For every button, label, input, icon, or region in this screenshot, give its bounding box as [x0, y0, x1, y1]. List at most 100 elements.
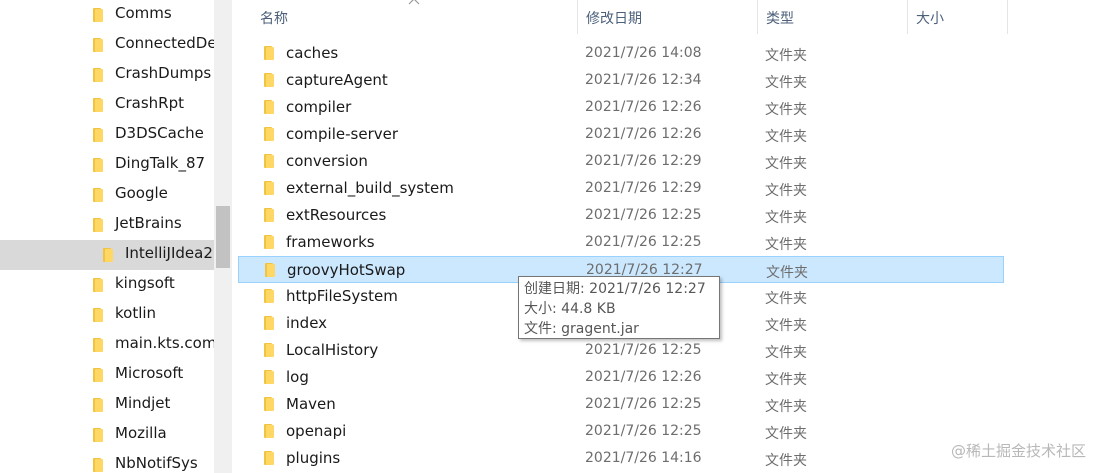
nav-item[interactable]: CrashRpt: [0, 90, 214, 120]
folder-icon: [262, 207, 276, 222]
file-modified: 2021/7/26 12:29: [585, 180, 702, 196]
file-modified: 2021/7/26 12:25: [585, 423, 702, 439]
tooltip-created: 创建日期: 2021/7/26 12:27: [524, 281, 706, 297]
nav-item[interactable]: Mindjet: [0, 390, 214, 420]
file-row[interactable]: captureAgent 2021/7/26 12:34 文件夹: [238, 67, 1004, 94]
file-type: 文件夹: [765, 291, 807, 307]
nav-item[interactable]: NbNotifSys: [0, 450, 214, 473]
file-modified: 2021/7/26 12:25: [585, 396, 702, 412]
folder-icon: [263, 262, 277, 277]
folder-icon: [101, 247, 115, 262]
file-row[interactable]: extResources 2021/7/26 12:25 文件夹: [238, 202, 1004, 229]
file-type: 文件夹: [765, 129, 807, 145]
folder-icon: [91, 457, 105, 472]
nav-item-label: CrashDumps: [115, 64, 212, 82]
nav-item[interactable]: ConnectedDe: [0, 30, 214, 60]
nav-item-label: kotlin: [115, 304, 157, 322]
scrollbar-thumb[interactable]: [216, 206, 230, 268]
file-row[interactable]: compile-server 2021/7/26 12:26 文件夹: [238, 121, 1004, 148]
nav-item[interactable]: kotlin: [0, 300, 214, 330]
file-name: captureAgent: [286, 71, 388, 89]
nav-item[interactable]: IntelliJIdea2: [0, 240, 214, 270]
file-modified: 2021/7/26 12:25: [585, 207, 702, 223]
file-name: Maven: [286, 395, 336, 413]
nav-item[interactable]: main.kts.com: [0, 330, 214, 360]
tooltip-size: 大小: 44.8 KB: [524, 301, 616, 317]
file-list-pane: 名称 修改日期 类型 大小 caches 2021/7/26 14:08 文件夹 ca…: [232, 0, 1104, 473]
nav-item-label: Microsoft: [115, 364, 184, 382]
file-name: external_build_system: [286, 179, 454, 197]
nav-item[interactable]: Microsoft: [0, 360, 214, 390]
column-header-name[interactable]: 名称: [252, 0, 578, 34]
file-type: 文件夹: [765, 48, 807, 64]
column-header-modified[interactable]: 修改日期: [578, 0, 758, 34]
folder-icon: [262, 423, 276, 438]
file-modified: 2021/7/26 12:34: [585, 72, 702, 88]
nav-item[interactable]: CrashDumps: [0, 60, 214, 90]
nav-item[interactable]: DingTalk_87: [0, 150, 214, 180]
file-name: caches: [286, 44, 339, 62]
folder-icon: [91, 337, 105, 352]
folder-icon: [262, 180, 276, 195]
nav-item-label: kingsoft: [115, 274, 175, 292]
file-modified: 2021/7/26 12:26: [585, 99, 702, 115]
file-name: compile-server: [286, 125, 399, 143]
folder-icon: [91, 307, 105, 322]
folder-icon: [262, 153, 276, 168]
file-name: LocalHistory: [286, 341, 379, 359]
file-name: compiler: [286, 98, 352, 116]
column-header-size[interactable]: 大小: [908, 0, 1008, 34]
folder-icon: [91, 7, 105, 22]
file-modified: 2021/7/26 12:26: [585, 369, 702, 385]
file-row[interactable]: compiler 2021/7/26 12:26 文件夹: [238, 94, 1004, 121]
file-row[interactable]: Maven 2021/7/26 12:25 文件夹: [238, 391, 1004, 418]
nav-item[interactable]: Mozilla: [0, 420, 214, 450]
file-type: 文件夹: [765, 345, 807, 361]
navigation-scrollbar[interactable]: [214, 0, 232, 473]
nav-item-label: ConnectedDe: [115, 34, 214, 52]
folder-icon: [91, 427, 105, 442]
file-row[interactable]: caches 2021/7/26 14:08 文件夹: [238, 40, 1004, 67]
nav-item[interactable]: kingsoft: [0, 270, 214, 300]
nav-item[interactable]: Comms: [0, 0, 214, 30]
folder-icon: [262, 45, 276, 60]
folder-icon: [91, 187, 105, 202]
file-type: 文件夹: [765, 453, 807, 469]
sort-up-arrow-icon: [408, 0, 420, 5]
folder-icon: [262, 450, 276, 465]
file-type: 文件夹: [765, 399, 807, 415]
nav-item[interactable]: JetBrains: [0, 210, 214, 240]
file-type: 文件夹: [765, 318, 807, 334]
file-type: 文件夹: [765, 210, 807, 226]
file-modified: 2021/7/26 12:29: [585, 153, 702, 169]
nav-item[interactable]: D3DSCache: [0, 120, 214, 150]
file-type: 文件夹: [765, 102, 807, 118]
nav-item-label: Mindjet: [115, 394, 171, 412]
file-row[interactable]: frameworks 2021/7/26 12:25 文件夹: [238, 229, 1004, 256]
file-type: 文件夹: [765, 237, 807, 253]
file-modified: 2021/7/26 14:08: [585, 45, 702, 61]
column-header-size-label: 大小: [916, 11, 944, 27]
nav-item-label: main.kts.com: [115, 334, 214, 352]
folder-icon: [91, 277, 105, 292]
nav-item-label: DingTalk_87: [115, 154, 206, 172]
file-name: httpFileSystem: [286, 287, 398, 305]
column-header-row: 名称 修改日期 类型 大小: [232, 0, 1008, 34]
file-type: 文件夹: [765, 183, 807, 199]
nav-item-label: Mozilla: [115, 424, 167, 442]
folder-icon: [262, 72, 276, 87]
nav-item-label: JetBrains: [115, 214, 182, 232]
file-row[interactable]: conversion 2021/7/26 12:29 文件夹: [238, 148, 1004, 175]
file-modified: 2021/7/26 12:25: [585, 342, 702, 358]
column-header-type[interactable]: 类型: [758, 0, 908, 34]
folder-icon: [91, 67, 105, 82]
file-row[interactable]: plugins 2021/7/26 14:16 文件夹: [238, 445, 1004, 472]
file-row[interactable]: external_build_system 2021/7/26 12:29 文件夹: [238, 175, 1004, 202]
file-row[interactable]: log 2021/7/26 12:26 文件夹: [238, 364, 1004, 391]
file-modified: 2021/7/26 14:16: [585, 450, 702, 466]
file-row[interactable]: openapi 2021/7/26 12:25 文件夹: [238, 418, 1004, 445]
folder-icon: [262, 396, 276, 411]
nav-item[interactable]: Google: [0, 180, 214, 210]
file-row[interactable]: LocalHistory 2021/7/26 12:25 文件夹: [238, 337, 1004, 364]
nav-item-label: Comms: [115, 4, 172, 22]
